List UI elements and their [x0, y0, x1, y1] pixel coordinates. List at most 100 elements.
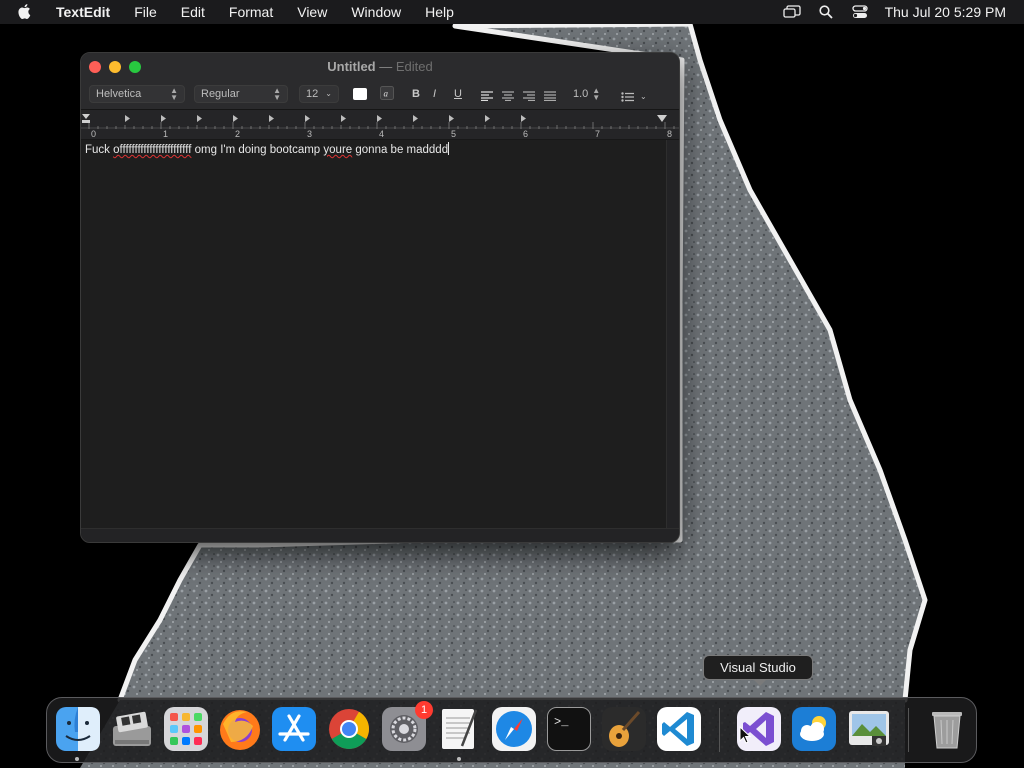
menu-help[interactable]: Help — [413, 4, 466, 20]
horizontal-scrollbar[interactable] — [81, 528, 679, 542]
terminal-icon: >_ — [547, 707, 591, 751]
ruler[interactable]: 0 1 2 3 4 5 6 7 8 — [81, 110, 679, 140]
menu-view[interactable]: View — [285, 4, 339, 20]
tab-stop-marker[interactable] — [161, 115, 166, 122]
dock-firefox[interactable] — [217, 706, 263, 752]
text-color-swatch[interactable] — [353, 88, 367, 100]
control-center-icon[interactable] — [843, 0, 877, 24]
chrome-icon — [329, 709, 369, 749]
dock-chrome[interactable] — [326, 706, 372, 752]
tab-stop-marker[interactable] — [125, 115, 130, 122]
ruler-label: 7 — [595, 129, 600, 139]
notification-badge: 1 — [415, 701, 433, 719]
svg-text:>_: >_ — [554, 715, 569, 729]
tab-stop-marker[interactable] — [341, 115, 346, 122]
list-style-select[interactable]: ⌄ — [621, 88, 647, 106]
dock: 1 >_ — [46, 697, 977, 763]
document-area[interactable]: Fuck offffffffffffffffffffffff omg I'm d… — [81, 140, 666, 528]
ruler-graphic: 0 1 2 3 4 5 6 7 8 — [81, 114, 679, 139]
dock-terminal[interactable]: >_ — [546, 706, 592, 752]
ruler-label: 2 — [235, 129, 240, 139]
ruler-label: 6 — [523, 129, 528, 139]
chevron-down-icon: ⌄ — [325, 89, 332, 98]
mouse-pointer-icon — [739, 726, 751, 744]
tab-stop-marker[interactable] — [305, 115, 310, 122]
align-right-icon[interactable] — [523, 89, 535, 107]
textedit-icon — [442, 709, 478, 749]
dock-app-store[interactable] — [271, 706, 317, 752]
apple-icon[interactable] — [18, 4, 40, 20]
dock-finder[interactable] — [55, 706, 101, 752]
search-icon[interactable] — [809, 0, 843, 24]
italic-button[interactable]: I — [433, 85, 436, 103]
justify-icon[interactable] — [544, 89, 556, 107]
dock-safari[interactable] — [491, 706, 537, 752]
tab-stop-marker[interactable] — [449, 115, 454, 122]
line-spacing-select[interactable]: 1.0 ▲ ▼ — [573, 85, 600, 103]
bold-button[interactable]: B — [412, 85, 420, 103]
font-family-select[interactable]: Helvetica ▲ ▼ — [89, 85, 185, 103]
align-left-icon[interactable] — [481, 89, 493, 107]
dock-trash[interactable] — [924, 706, 970, 752]
chevron-down-icon: ⌄ — [640, 92, 647, 101]
dock-weather[interactable] — [791, 706, 837, 752]
guitar-icon — [602, 707, 646, 751]
dock-preview[interactable] — [846, 706, 892, 752]
trash-icon — [932, 712, 962, 749]
launchpad-icon — [164, 707, 208, 751]
menu-bar: TextEdit File Edit Format View Window He… — [0, 0, 1024, 24]
tab-stop-marker[interactable] — [413, 115, 418, 122]
align-center-icon[interactable] — [502, 89, 514, 107]
stepper-icon: ▲ ▼ — [273, 86, 281, 102]
tooltip-arrow — [753, 679, 767, 686]
menu-edit[interactable]: Edit — [169, 4, 217, 20]
textedit-window: Untitled — Edited Helvetica ▲ ▼ Regular ▲… — [80, 52, 680, 543]
menu-window[interactable]: Window — [339, 4, 413, 20]
tab-stop-marker[interactable] — [269, 115, 274, 122]
ruler-label: 3 — [307, 129, 312, 139]
menu-format[interactable]: Format — [217, 4, 285, 20]
dock-garageband[interactable] — [601, 706, 647, 752]
finder-icon — [56, 707, 100, 751]
left-indent-marker[interactable] — [82, 120, 90, 123]
dock-textedit[interactable] — [436, 706, 482, 752]
menu-clock[interactable]: Thu Jul 20 5:29 PM — [877, 4, 1024, 20]
right-margin-marker[interactable] — [657, 115, 667, 122]
underline-button[interactable]: U — [454, 85, 462, 103]
tab-stop-marker[interactable] — [233, 115, 238, 122]
font-style-select[interactable]: Regular ▲ ▼ — [194, 85, 288, 103]
dock-vscode[interactable] — [656, 706, 702, 752]
stepper-icon: ▲ ▼ — [592, 86, 601, 102]
dock-boot-camp[interactable] — [109, 706, 155, 752]
highlight-color-icon[interactable]: a — [380, 86, 394, 100]
running-indicator — [457, 757, 461, 761]
running-indicator — [75, 757, 79, 761]
first-line-indent-marker[interactable] — [82, 114, 90, 119]
document-name: Untitled — [327, 59, 376, 74]
weather-icon — [792, 707, 836, 751]
menu-app-name[interactable]: TextEdit — [56, 4, 122, 20]
dock-launchpad[interactable] — [163, 706, 209, 752]
title-bar[interactable]: Untitled — Edited — [81, 53, 679, 79]
title-separator: — — [379, 59, 393, 74]
font-size-select[interactable]: 12 ⌄ — [299, 85, 339, 103]
vertical-scrollbar[interactable] — [666, 140, 679, 528]
boot-camp-icon — [113, 711, 151, 746]
dock-system-settings[interactable]: 1 — [381, 701, 433, 752]
text-run: Fuck — [85, 144, 114, 156]
screen-mirroring-icon[interactable] — [775, 0, 809, 24]
text-run: omg I'm doing bootcamp — [191, 144, 324, 156]
window-title: Untitled — Edited — [81, 59, 679, 74]
menu-file[interactable]: File — [122, 4, 169, 20]
document-text[interactable]: Fuck offffffffffffffffffffffff omg I'm d… — [85, 142, 450, 156]
misspelled-word: offffffffffffffffffffffff — [113, 144, 192, 156]
stepper-icon: ▲ ▼ — [170, 86, 178, 102]
tab-stop-marker[interactable] — [377, 115, 382, 122]
tab-stop-marker[interactable] — [521, 115, 526, 122]
ruler-label: 5 — [451, 129, 456, 139]
tab-stop-marker[interactable] — [197, 115, 202, 122]
dock-separator — [719, 708, 720, 752]
tab-stop-marker[interactable] — [485, 115, 490, 122]
app-store-icon — [272, 707, 316, 751]
line-spacing-value: 1.0 — [573, 88, 589, 100]
